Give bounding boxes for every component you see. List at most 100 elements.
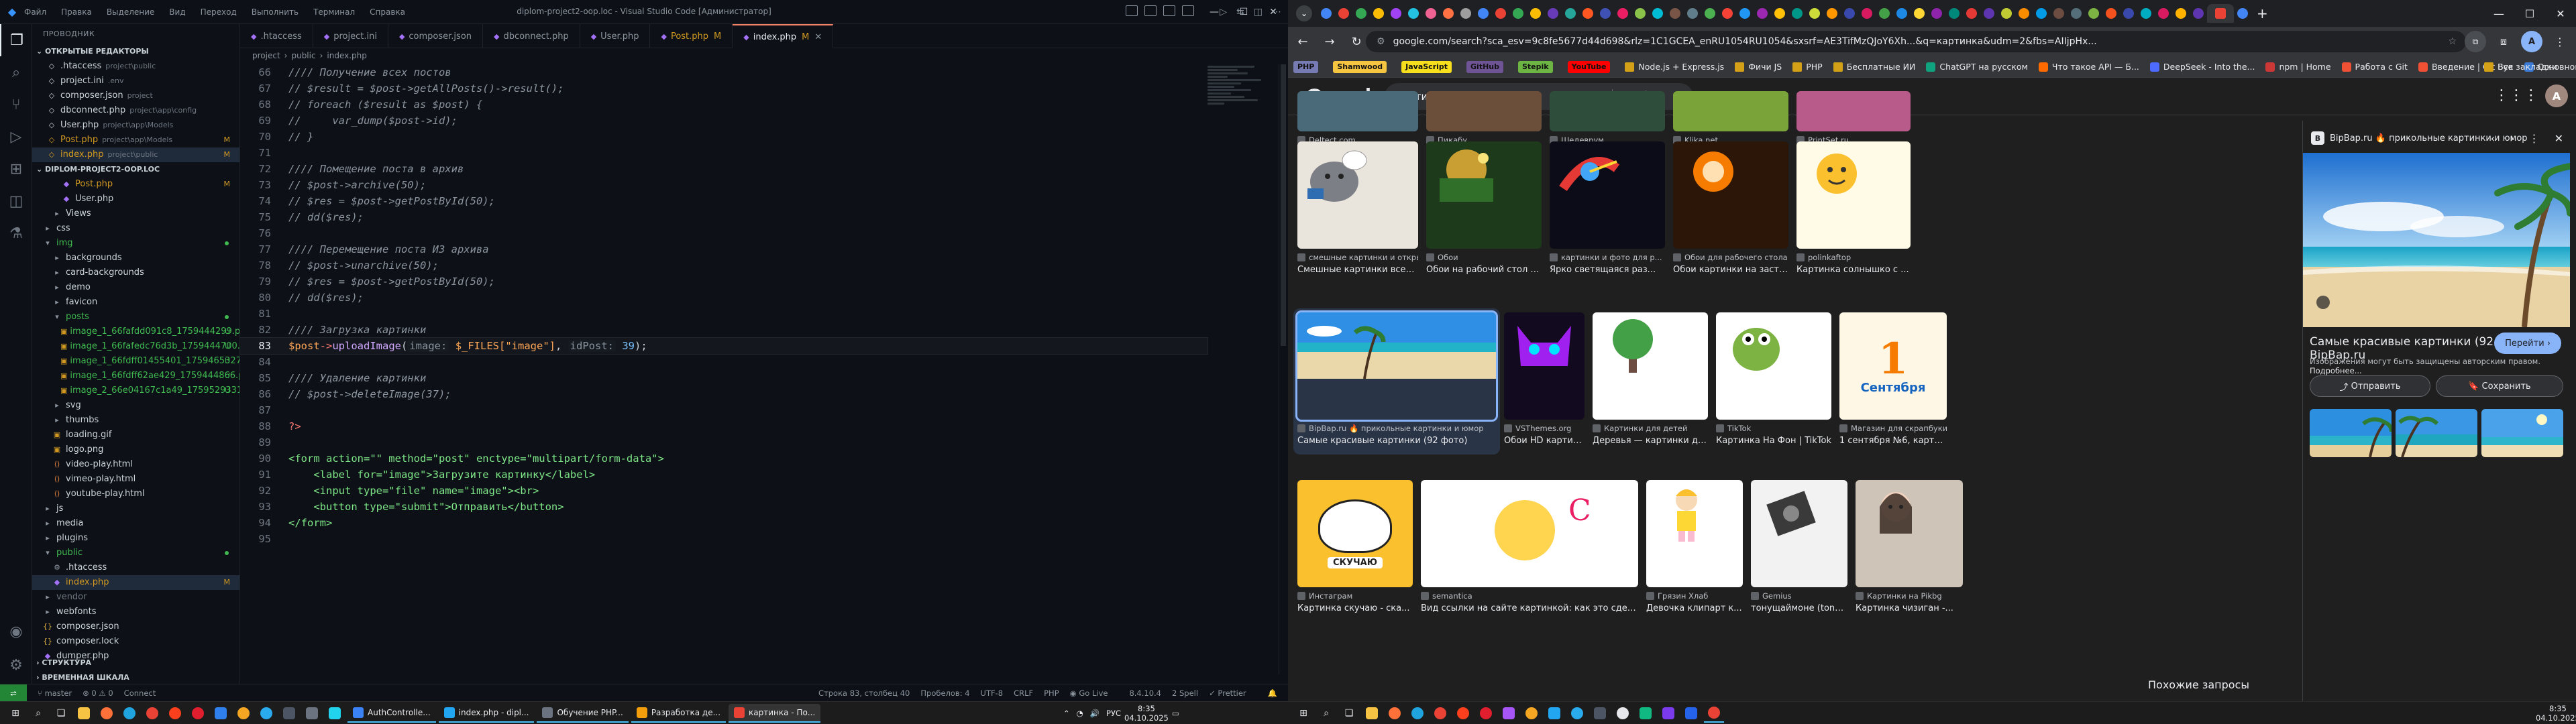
app-icon-orange[interactable] bbox=[233, 704, 254, 723]
accounts-icon[interactable]: ◉ bbox=[0, 615, 32, 648]
site-info-icon[interactable]: ⚙ bbox=[1377, 36, 1385, 47]
code-line[interactable]: 95 bbox=[240, 531, 1208, 547]
browser-tab[interactable] bbox=[1771, 4, 1788, 23]
browser-tab[interactable] bbox=[1631, 4, 1649, 23]
image-result[interactable]: смешные картинки и открытки Смешные карти… bbox=[1297, 141, 1418, 280]
tree-item[interactable]: {} composer.json bbox=[32, 619, 239, 634]
open-editors-header[interactable]: ⌄ ОТКРЫТЫЕ РЕДАКТОРЫ bbox=[32, 44, 239, 59]
image-result[interactable]: картинки и фото для р... Ярко светящаяся … bbox=[1550, 141, 1665, 280]
browser-tab[interactable] bbox=[2137, 4, 2155, 23]
open-editor-item[interactable]: ◇ Post.php project\app\Models M bbox=[32, 133, 239, 147]
editor-tab[interactable]: ◆ index.php M ✕ bbox=[733, 24, 834, 48]
result-caption[interactable]: Обои на рабочий стол Волш... bbox=[1426, 265, 1542, 275]
code-line[interactable]: 78 // $post->unarchive(50); bbox=[240, 257, 1208, 274]
chrome-active-icon[interactable] bbox=[1704, 704, 1724, 723]
testing-icon[interactable]: ⚗ bbox=[0, 217, 32, 249]
code-line[interactable]: 70 // } bbox=[240, 129, 1208, 145]
editor-tab[interactable]: ◆ .htaccess bbox=[240, 24, 313, 48]
address-bar[interactable]: ⚙ google.com/search?sca_esv=9c8fe5677d44… bbox=[1366, 31, 2466, 52]
run-debug-icon[interactable]: ▷ bbox=[0, 121, 32, 153]
open-editor-item[interactable]: ◇ dbconnect.php project\app\config bbox=[32, 103, 239, 118]
result-thumbnail[interactable] bbox=[1796, 91, 1911, 131]
browser-tab[interactable] bbox=[2015, 4, 2033, 23]
image-result[interactable]: Картинки для детей Деревья — картинки дл.… bbox=[1593, 312, 1708, 450]
google-apps-icon[interactable]: ⋮⋮⋮ bbox=[2494, 87, 2538, 104]
menu-item[interactable]: Вид bbox=[169, 7, 185, 17]
tree-item[interactable]: ◆ index.php M bbox=[32, 575, 239, 590]
extensions-icon[interactable]: ⊞ bbox=[0, 153, 32, 185]
browser-tab[interactable] bbox=[1387, 4, 1405, 23]
result-thumbnail[interactable] bbox=[1426, 91, 1542, 131]
tree-item[interactable]: ⟨⟩ video-play.html bbox=[32, 457, 239, 472]
tree-item[interactable]: ◆ Post.php M bbox=[32, 177, 239, 192]
code-line[interactable]: 93 <button type="submit">Отправить</butt… bbox=[240, 499, 1208, 515]
result-source[interactable]: Gemius bbox=[1751, 591, 1847, 601]
tray-chevron-icon[interactable]: ⌃ bbox=[1063, 709, 1070, 718]
extensions-puzzle-icon[interactable]: ⧈ bbox=[2493, 31, 2514, 52]
tree-item[interactable]: ▸ webfonts bbox=[32, 605, 239, 619]
preview-image[interactable] bbox=[2303, 153, 2570, 327]
result-thumbnail[interactable] bbox=[1295, 310, 1498, 422]
image-result[interactable]: Грязин Хлаб Девочка клипарт к... bbox=[1646, 480, 1743, 618]
result-source[interactable]: Обои bbox=[1426, 253, 1542, 262]
code-line[interactable]: 87 bbox=[240, 402, 1208, 418]
image-result[interactable]: VSThemes.org Обои HD картинки... bbox=[1504, 312, 1585, 450]
share-button[interactable]: ⤴ Отправить bbox=[2310, 375, 2430, 397]
task-view-icon[interactable]: ❏ bbox=[1339, 704, 1359, 723]
remote-indicator-icon[interactable]: ⇌ bbox=[0, 684, 27, 702]
indentation[interactable]: Пробелов: 4 bbox=[920, 688, 969, 698]
opera-icon[interactable] bbox=[188, 704, 208, 723]
clock[interactable]: 8:35 04.10.2025 bbox=[2536, 704, 2576, 723]
visit-button[interactable]: Перейти › bbox=[2494, 333, 2561, 354]
file-explorer-icon[interactable] bbox=[1362, 704, 1382, 723]
next-image-icon[interactable]: › bbox=[2510, 132, 2514, 145]
result-source[interactable]: Картинки на Pikbg bbox=[1856, 591, 1963, 601]
code-line[interactable]: 75 // dd($res); bbox=[240, 209, 1208, 225]
browser-tab[interactable] bbox=[2102, 4, 2120, 23]
browser-tab[interactable] bbox=[1474, 4, 1492, 23]
browser-tab[interactable] bbox=[1544, 4, 1562, 23]
browser-tab[interactable] bbox=[1440, 4, 1457, 23]
result-thumbnail[interactable]: СКУЧАЮ bbox=[1297, 480, 1413, 587]
more-actions-icon[interactable]: ⋯ bbox=[1272, 7, 1281, 17]
image-result[interactable]: Обои Обои на рабочий стол Волш... bbox=[1426, 141, 1542, 280]
code-line[interactable]: 90 <form action="" method="post" enctype=… bbox=[240, 450, 1208, 467]
image-result[interactable]: TikTok Картинка На Фон | TikTok bbox=[1716, 312, 1831, 450]
image-result[interactable]: BipBap.ru 🔥 прикольные картинки и юмор Са… bbox=[1293, 308, 1500, 455]
editor-tab[interactable]: ◆ User.php bbox=[580, 24, 651, 48]
bookmark-item[interactable]: JavaScript bbox=[1401, 60, 1456, 73]
terminal-icon[interactable] bbox=[279, 704, 299, 723]
result-caption[interactable]: Вид ссылки на сайте картинкой: как это с… bbox=[1421, 603, 1638, 613]
yandex-icon[interactable] bbox=[1453, 704, 1473, 723]
tree-item[interactable]: ▸ card-backgrounds bbox=[32, 265, 239, 280]
browser-tab[interactable] bbox=[1945, 4, 1963, 23]
image-result[interactable]: 1Сентября Магазин для скрапбукинга 1 сентя… bbox=[1839, 312, 1947, 450]
browser-tab[interactable] bbox=[1597, 4, 1614, 23]
url-text[interactable]: google.com/search?sca_esv=9c8fe5677d44d6… bbox=[1393, 36, 2449, 47]
tree-item[interactable]: ◆ User.php bbox=[32, 192, 239, 206]
all-bookmarks-folder[interactable]: Все закладки bbox=[2484, 62, 2557, 72]
browser-tab[interactable] bbox=[1370, 4, 1387, 23]
extension-icon[interactable]: ⧉ bbox=[2465, 31, 2486, 52]
timeline-header[interactable]: › ВРЕМЕННАЯ ШКАЛА bbox=[32, 670, 240, 685]
browser-tab[interactable] bbox=[1562, 4, 1579, 23]
image-result[interactable]: СКУЧАЮ Инстаграм Картинка скучаю - ска... bbox=[1297, 480, 1413, 618]
tab-close-icon[interactable]: ✕ bbox=[814, 32, 822, 42]
volume-icon[interactable]: 🔊 bbox=[1090, 709, 1099, 718]
browser-tab[interactable] bbox=[2068, 4, 2085, 23]
editor-scrollbar[interactable] bbox=[1279, 64, 1287, 674]
toggle-sidebar-icon[interactable] bbox=[1126, 5, 1138, 16]
input-language[interactable]: РУС bbox=[1106, 709, 1121, 718]
code-line[interactable]: 84 bbox=[240, 354, 1208, 370]
result-caption[interactable]: Смешные картинки всем по... bbox=[1297, 265, 1418, 275]
browser-tab[interactable] bbox=[1980, 4, 1998, 23]
search-icon[interactable]: ⌕ bbox=[1316, 704, 1336, 723]
result-caption[interactable]: 1 сентября №6, картинки... bbox=[1839, 436, 1947, 446]
start-windows-icon[interactable]: ⊞ bbox=[5, 704, 25, 723]
result-thumbnail[interactable]: С bbox=[1421, 480, 1638, 587]
result-caption[interactable]: тонущаймоне (tonushi... bbox=[1751, 603, 1847, 613]
result-thumbnail[interactable] bbox=[1751, 480, 1847, 587]
result-thumbnail[interactable] bbox=[1716, 312, 1831, 420]
code-line[interactable]: 77 //// Перемещение поста ИЗ архива bbox=[240, 241, 1208, 257]
learn-more-link[interactable]: Подробнее... bbox=[2310, 366, 2362, 375]
